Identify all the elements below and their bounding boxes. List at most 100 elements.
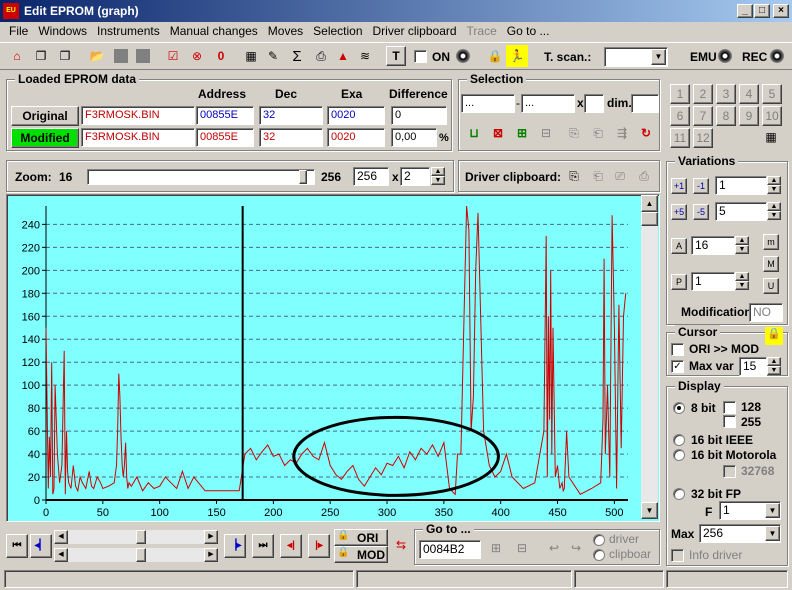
clipboard-clear-icon[interactable]: ⎚ (609, 165, 631, 187)
original-dec-field[interactable]: 32 (259, 106, 323, 125)
text-icon[interactable]: T (386, 46, 406, 66)
scroll-down-icon[interactable]: ▼ (641, 502, 658, 519)
print-icon[interactable]: ⎙ (310, 45, 332, 67)
menu-file[interactable]: File (4, 23, 33, 40)
first-icon[interactable]: ⏮ (6, 534, 28, 558)
menu-trace[interactable]: Trace (462, 23, 502, 40)
chevron-down-icon[interactable]: ▼ (765, 526, 780, 541)
next-diff-icon[interactable]: |▸ (308, 534, 330, 558)
number-button-3[interactable]: 3 (716, 84, 736, 104)
menu-driver-clipboard[interactable]: Driver clipboard (368, 23, 462, 40)
number-button-12[interactable]: 12 (693, 128, 713, 148)
zero-icon[interactable]: 0 (210, 45, 232, 67)
plus-one-icon[interactable]: +1 (671, 178, 687, 194)
goto-address-field[interactable]: 0084B2 (419, 540, 481, 559)
maximize-button[interactable]: □ (754, 4, 770, 18)
ori-button[interactable]: 🔒 ORI (334, 529, 388, 546)
zoom-multiplier-field[interactable]: 2 (400, 167, 430, 186)
variation-1-field[interactable]: 1 (715, 176, 767, 195)
spin-down-icon[interactable]: ▼ (767, 185, 781, 194)
p-icon[interactable]: P (671, 274, 687, 290)
calculator-icon[interactable]: ▦ (240, 45, 262, 67)
next-icon[interactable]: ▕▸ (224, 534, 246, 558)
goto-back-icon[interactable]: ↩ (543, 537, 565, 559)
clipboard-radio[interactable] (593, 549, 605, 561)
chevron-down-icon[interactable]: ▼ (651, 49, 666, 65)
m-lower-icon[interactable]: m (763, 234, 779, 250)
original-address-field[interactable]: 00855E (196, 106, 254, 125)
max-var-spinner[interactable]: ▲ ▼ (767, 357, 781, 376)
mod-button[interactable]: 🔒 MOD (334, 546, 388, 563)
chart-icon[interactable]: ≋ (354, 45, 376, 67)
scroll-modified[interactable]: ◀ ▶ (54, 548, 218, 562)
original-file-field[interactable]: F3RMOSK.BIN (81, 106, 195, 125)
graph-scrollbar[interactable]: ▲ ▼ (641, 195, 658, 519)
modified-exa-field[interactable]: 0020 (327, 128, 385, 147)
variation-1-spinner[interactable]: ▲ ▼ (767, 176, 781, 195)
scroll-thumb[interactable] (136, 548, 146, 562)
lock-icon[interactable]: 🔒 (484, 45, 506, 67)
checkbox-255[interactable] (723, 415, 736, 428)
zoom-multiplier-spinner[interactable]: ▲ ▼ (431, 167, 445, 186)
info-driver-checkbox[interactable] (671, 549, 684, 562)
selection-to-field[interactable]: ... (521, 94, 575, 113)
select-start-icon[interactable]: ⊔ (463, 122, 485, 144)
original-exa-field[interactable]: 0020 (327, 106, 385, 125)
menu-windows[interactable]: Windows (33, 23, 92, 40)
refresh-icon[interactable]: ↻ (635, 122, 657, 144)
minimize-button[interactable]: _ (737, 4, 753, 18)
check-icon[interactable]: ☑ (162, 45, 184, 67)
scroll-original[interactable]: ◀ ▶ (54, 530, 218, 544)
paste-selection-icon[interactable]: ⎗ (587, 122, 609, 144)
on-checkbox[interactable] (414, 50, 427, 63)
spin-down-icon[interactable]: ▼ (735, 281, 749, 290)
variation-3-spinner[interactable]: ▲ ▼ (735, 236, 749, 255)
clipboard-info-icon[interactable]: ⎙ (633, 165, 655, 187)
save-icon[interactable] (110, 45, 132, 67)
m-upper-icon[interactable]: M (763, 256, 779, 272)
driver-radio[interactable] (593, 534, 605, 546)
number-button-11[interactable]: 11 (670, 128, 690, 148)
spin-down-icon[interactable]: ▼ (431, 176, 445, 185)
spin-up-icon[interactable]: ▲ (767, 176, 781, 185)
scroll-left-icon[interactable]: ◀ (54, 530, 68, 544)
save-as-icon[interactable] (132, 45, 154, 67)
menu-selection[interactable]: Selection (308, 23, 367, 40)
open-folder-icon[interactable]: 📂 (86, 45, 108, 67)
number-button-1[interactable]: 1 (670, 84, 690, 104)
variation-2-field[interactable]: 5 (715, 202, 767, 221)
number-button-5[interactable]: 5 (762, 84, 782, 104)
menu-moves[interactable]: Moves (263, 23, 308, 40)
scroll-left-icon[interactable]: ◀ (54, 548, 68, 562)
scroll-thumb[interactable] (136, 530, 146, 544)
goto-first-icon[interactable]: ⊞ (485, 537, 507, 559)
menu-manual-changes[interactable]: Manual changes (165, 23, 263, 40)
chevron-down-icon[interactable]: ▼ (765, 503, 780, 518)
minus-one-icon[interactable]: -1 (693, 178, 709, 194)
prev-diff-icon[interactable]: ◂| (280, 534, 302, 558)
scroll-right-icon[interactable]: ▶ (204, 530, 218, 544)
scroll-up-icon[interactable]: ▲ (641, 195, 658, 212)
variation-3-field[interactable]: 16 (691, 236, 735, 255)
clipboard-paste-icon[interactable]: ⎗ (587, 165, 609, 187)
eprom-graph[interactable]: 0 20 40 60 80 100 120 140 160 180 200 220 240 0 50 100 1… (8, 196, 642, 520)
number-button-7[interactable]: 7 (693, 106, 713, 126)
menu-go-to[interactable]: Go to ... (502, 23, 555, 40)
zoom-slider-track[interactable] (87, 169, 315, 185)
minus-five-icon[interactable]: -5 (693, 204, 709, 220)
scroll-thumb[interactable] (641, 212, 658, 226)
number-button-4[interactable]: 4 (739, 84, 759, 104)
compare-icon[interactable]: ⊗ (186, 45, 208, 67)
spin-down-icon[interactable]: ▼ (735, 245, 749, 254)
number-button-2[interactable]: 2 (693, 84, 713, 104)
modified-difference-field[interactable]: 0,00 (391, 128, 437, 147)
runner-icon[interactable]: 🏃 (506, 45, 528, 67)
last-icon[interactable]: ⏭ (252, 534, 274, 558)
goto-forward-icon[interactable]: ↪ (565, 537, 587, 559)
scroll-right-icon[interactable]: ▶ (204, 548, 218, 562)
home-icon[interactable]: ⌂ (6, 45, 28, 67)
original-button[interactable]: Original (11, 106, 79, 126)
lock-icon[interactable]: 🔒 (765, 327, 783, 345)
goto-last-icon[interactable]: ⊟ (511, 537, 533, 559)
plus-five-icon[interactable]: +5 (671, 204, 687, 220)
